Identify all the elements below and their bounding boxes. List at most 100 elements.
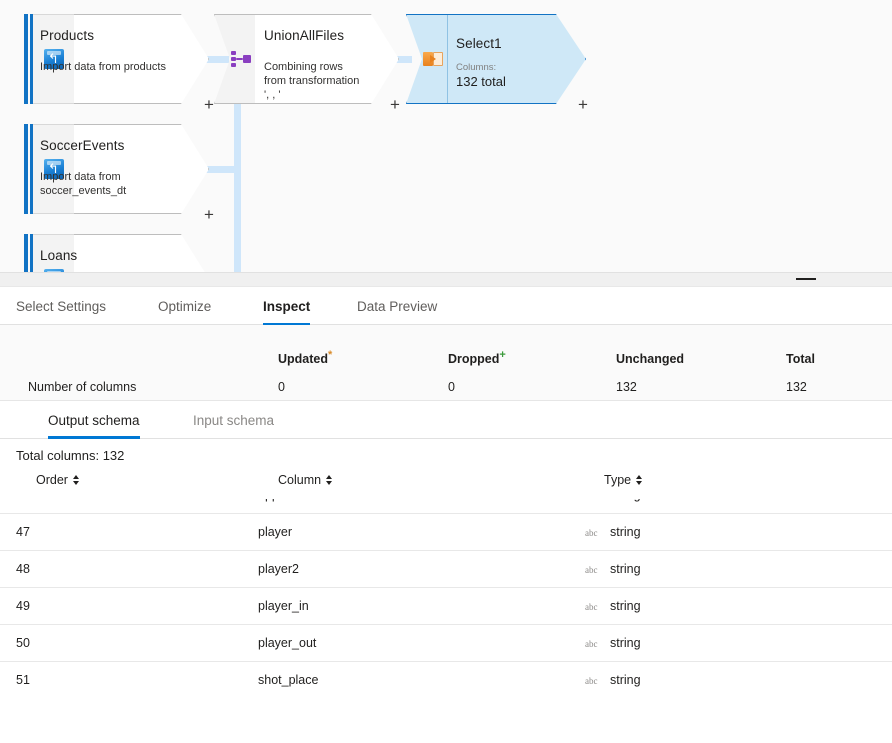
add-node-button[interactable]: + xyxy=(578,96,588,113)
node-icon-pane xyxy=(406,14,447,104)
column-header-order-label: Order xyxy=(36,473,68,487)
pipeline-node-products[interactable]: Products Import data from products + xyxy=(24,14,214,113)
string-type-icon: abc xyxy=(585,499,598,501)
total-columns-bar: Total columns: 132 xyxy=(0,439,892,473)
cell-column: player_in xyxy=(258,599,309,613)
table-row[interactable]: 48 player2 abc string xyxy=(0,551,892,588)
connector-soccerevents-branch xyxy=(205,166,237,173)
node-columns-value: 132 total xyxy=(456,74,506,89)
stats-header-updated: Updated* xyxy=(278,348,333,366)
cell-order: 46 xyxy=(16,499,30,502)
cell-order: 49 xyxy=(16,599,30,613)
panel-tab-bar: Select Settings Optimize Inspect Data Pr… xyxy=(0,287,892,325)
string-type-icon: abc xyxy=(585,676,598,686)
connector-trunk-vertical xyxy=(234,100,241,272)
cell-type: string xyxy=(610,525,641,539)
select-columns-icon xyxy=(423,51,443,67)
stats-value-updated: 0 xyxy=(278,380,285,394)
tab-inspect[interactable]: Inspect xyxy=(263,287,311,325)
table-row[interactable]: 49 player_in abc string xyxy=(0,588,892,625)
string-type-icon: abc xyxy=(585,639,598,649)
inspect-stats: Updated* Dropped+ Unchanged Total Number… xyxy=(0,325,892,401)
sort-arrows-icon[interactable] xyxy=(636,474,643,486)
pipeline-node-loans[interactable]: Loans xyxy=(24,234,209,272)
stats-header-updated-label: Updated xyxy=(278,352,328,366)
stats-value-total: 132 xyxy=(786,380,807,394)
cell-column: player xyxy=(258,525,293,539)
string-type-icon: abc xyxy=(585,528,598,538)
tab-output-schema[interactable]: Output schema xyxy=(48,401,140,439)
stats-value-unchanged: 132 xyxy=(616,380,637,394)
updated-marker-icon: * xyxy=(328,348,333,361)
cell-type: string xyxy=(610,599,641,613)
column-header-order[interactable]: Order xyxy=(36,473,80,487)
stats-row-label: Number of columns xyxy=(28,380,137,394)
cell-column: player_out xyxy=(258,636,317,650)
node-subtitle: Import data from products xyxy=(40,61,166,73)
schema-tab-bar: Output schema Input schema xyxy=(0,401,892,439)
union-icon xyxy=(231,49,251,69)
tab-optimize[interactable]: Optimize xyxy=(158,287,211,325)
table-row[interactable]: 46 opponent abc string xyxy=(0,499,892,514)
stats-value-dropped: 0 xyxy=(448,380,455,394)
schema-table-header: Order Column Type xyxy=(0,473,892,499)
source-accent-bar xyxy=(24,14,28,104)
node-body xyxy=(74,14,209,104)
add-node-button[interactable]: + xyxy=(204,96,214,113)
column-header-type-label: Type xyxy=(604,473,632,487)
node-title: SoccerEvents xyxy=(40,138,125,153)
string-type-icon: abc xyxy=(585,602,598,612)
column-header-column-label: Column xyxy=(278,473,322,487)
schema-table-body[interactable]: 46 opponent abc string 47 player abc str… xyxy=(0,499,892,731)
stats-header-dropped-label: Dropped xyxy=(448,352,500,366)
pipeline-node-soccerevents[interactable]: SoccerEvents Import data from soccer_eve… xyxy=(24,124,214,223)
add-node-button[interactable]: + xyxy=(204,206,214,223)
cell-column: shot_place xyxy=(258,673,319,687)
node-title: Select1 xyxy=(456,36,502,51)
node-title: UnionAllFiles xyxy=(264,28,345,43)
node-body xyxy=(74,234,209,272)
add-node-button[interactable]: + xyxy=(390,96,400,113)
cell-type: string xyxy=(610,673,641,687)
cell-column: player2 xyxy=(258,562,299,576)
cell-column: opponent xyxy=(258,499,310,502)
cell-type: string xyxy=(610,636,641,650)
node-columns-label: Columns: xyxy=(456,62,497,73)
cell-order: 48 xyxy=(16,562,30,576)
pipeline-canvas[interactable]: Products Import data from products + Soc… xyxy=(0,0,892,272)
node-divider xyxy=(447,15,448,103)
node-subtitle: Combining rows from transformation ', , … xyxy=(264,61,360,101)
node-subtitle: Import data from soccer_events_dt xyxy=(40,171,127,197)
pipeline-node-select1[interactable]: Select1 Columns: 132 total + xyxy=(406,14,588,113)
total-columns-text: Total columns: 132 xyxy=(16,448,125,463)
sort-arrows-icon[interactable] xyxy=(326,474,333,486)
source-accent-bar xyxy=(24,124,28,214)
node-title: Products xyxy=(40,28,95,43)
column-header-column[interactable]: Column xyxy=(278,473,333,487)
minimize-icon[interactable] xyxy=(796,278,816,280)
sort-arrows-icon[interactable] xyxy=(72,474,80,486)
column-header-type[interactable]: Type xyxy=(604,473,643,487)
cell-order: 47 xyxy=(16,525,30,539)
table-row[interactable]: 47 player abc string xyxy=(0,514,892,551)
node-title: Loans xyxy=(40,248,78,263)
cell-order: 51 xyxy=(16,673,30,687)
stats-header-dropped: Dropped+ xyxy=(448,348,506,366)
cell-type: string xyxy=(610,499,641,502)
dropped-marker-icon: + xyxy=(499,348,506,361)
tab-select-settings[interactable]: Select Settings xyxy=(16,287,106,325)
cell-type: string xyxy=(610,562,641,576)
details-panel: Select Settings Optimize Inspect Data Pr… xyxy=(0,272,892,743)
stats-header-total: Total xyxy=(786,352,815,366)
table-row[interactable]: 51 shot_place abc string xyxy=(0,662,892,699)
cell-order: 50 xyxy=(16,636,30,650)
tab-data-preview[interactable]: Data Preview xyxy=(357,287,437,325)
panel-drag-grip[interactable] xyxy=(0,273,892,287)
source-accent-bar xyxy=(24,234,28,272)
table-row[interactable]: 50 player_out abc string xyxy=(0,625,892,662)
pipeline-node-unionallfiles[interactable]: UnionAllFiles Combining rows from transf… xyxy=(214,14,400,113)
node-icon-pane xyxy=(214,14,255,104)
node-body xyxy=(447,14,586,104)
tab-input-schema[interactable]: Input schema xyxy=(193,401,274,439)
stats-header-unchanged: Unchanged xyxy=(616,352,685,366)
